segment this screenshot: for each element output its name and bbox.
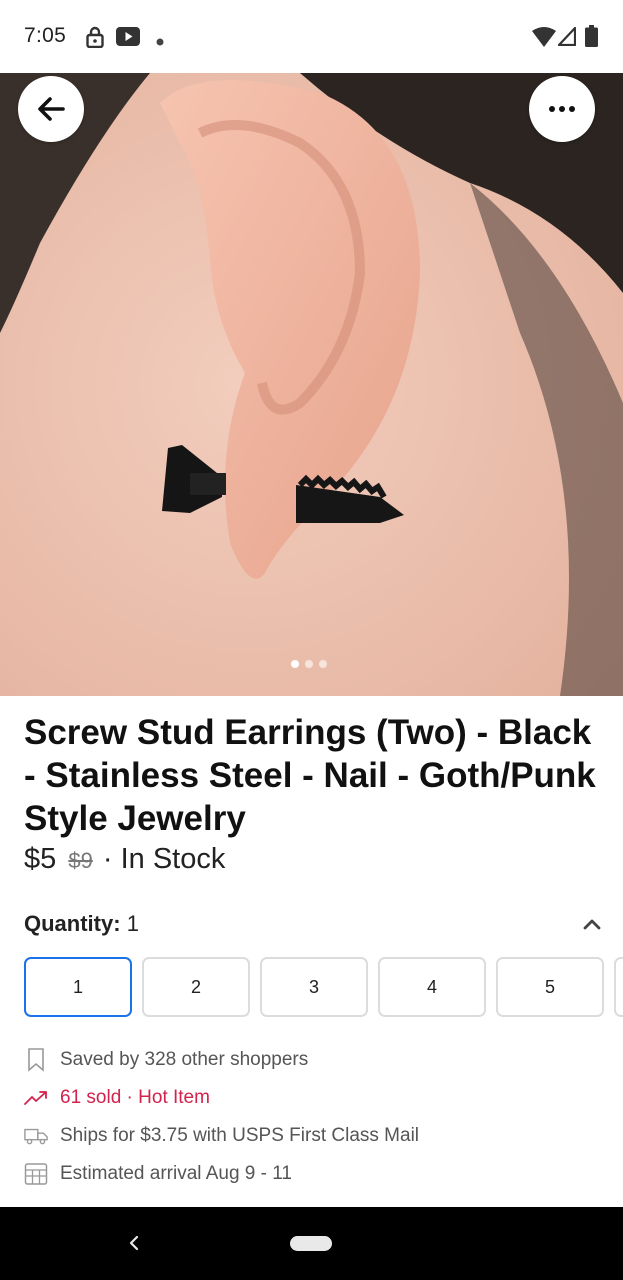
shipping-info: Ships for $3.75 with USPS First Class Ma… (24, 1121, 419, 1151)
product-photo (0, 73, 623, 696)
product-title: Screw Stud Earrings (Two) - Black - Stai… (24, 713, 596, 838)
back-button[interactable] (18, 76, 84, 142)
chevron-up-icon[interactable] (580, 914, 604, 934)
battery-icon (585, 25, 598, 52)
current-price: $5 (24, 843, 57, 875)
quantity-option-3[interactable]: 3 (260, 957, 368, 1017)
quantity-option-5[interactable]: 5 (496, 957, 604, 1017)
saved-text: Saved by 328 other shoppers (60, 1049, 309, 1070)
shipping-text: Ships for $3.75 with USPS First Class Ma… (60, 1125, 420, 1146)
stock-status: · In Stock (102, 843, 226, 875)
calendar-icon (24, 1162, 48, 1186)
sold-info: 61 sold · Hot Item (24, 1083, 210, 1113)
quantity-value: 1 (126, 911, 139, 936)
sold-text: 61 sold · Hot Item (60, 1087, 210, 1108)
quantity-label-text: Quantity: (24, 911, 121, 936)
wifi-icon (532, 27, 556, 52)
original-price: $9 (68, 848, 93, 873)
truck-icon (24, 1124, 48, 1148)
saved-info: Saved by 328 other shoppers (24, 1045, 308, 1075)
quantity-option-4[interactable]: 4 (378, 957, 486, 1017)
trending-up-icon (24, 1086, 48, 1110)
pagination-dot[interactable] (319, 660, 327, 668)
more-horizontal-icon (549, 106, 575, 112)
status-bar: 7:05 (0, 0, 623, 73)
pagination-dot[interactable] (291, 660, 299, 668)
notification-dot-icon (156, 33, 164, 51)
quantity-option-more[interactable] (614, 957, 623, 1017)
lock-icon (86, 26, 104, 53)
quantity-option-2[interactable]: 2 (142, 957, 250, 1017)
pagination-dot[interactable] (305, 660, 313, 668)
quantity-option-1[interactable]: 1 (24, 957, 132, 1017)
image-pagination (291, 660, 327, 668)
nav-home-button[interactable] (290, 1236, 332, 1251)
arrival-info: Estimated arrival Aug 9 - 11 (24, 1159, 292, 1189)
status-time: 7:05 (24, 24, 67, 47)
signal-icon (557, 26, 577, 51)
arrow-left-icon (38, 97, 65, 121)
quantity-selector: 1 2 3 4 5 (24, 957, 623, 1017)
youtube-icon (116, 27, 140, 51)
nav-back-icon[interactable] (126, 1232, 142, 1254)
quantity-label: Quantity: 1 (24, 911, 139, 937)
more-options-button[interactable] (529, 76, 595, 142)
bookmark-icon (24, 1048, 48, 1072)
arrival-text: Estimated arrival Aug 9 - 11 (60, 1163, 292, 1184)
price-line: $5 $9 · In Stock (24, 843, 225, 876)
product-image[interactable] (0, 73, 623, 696)
